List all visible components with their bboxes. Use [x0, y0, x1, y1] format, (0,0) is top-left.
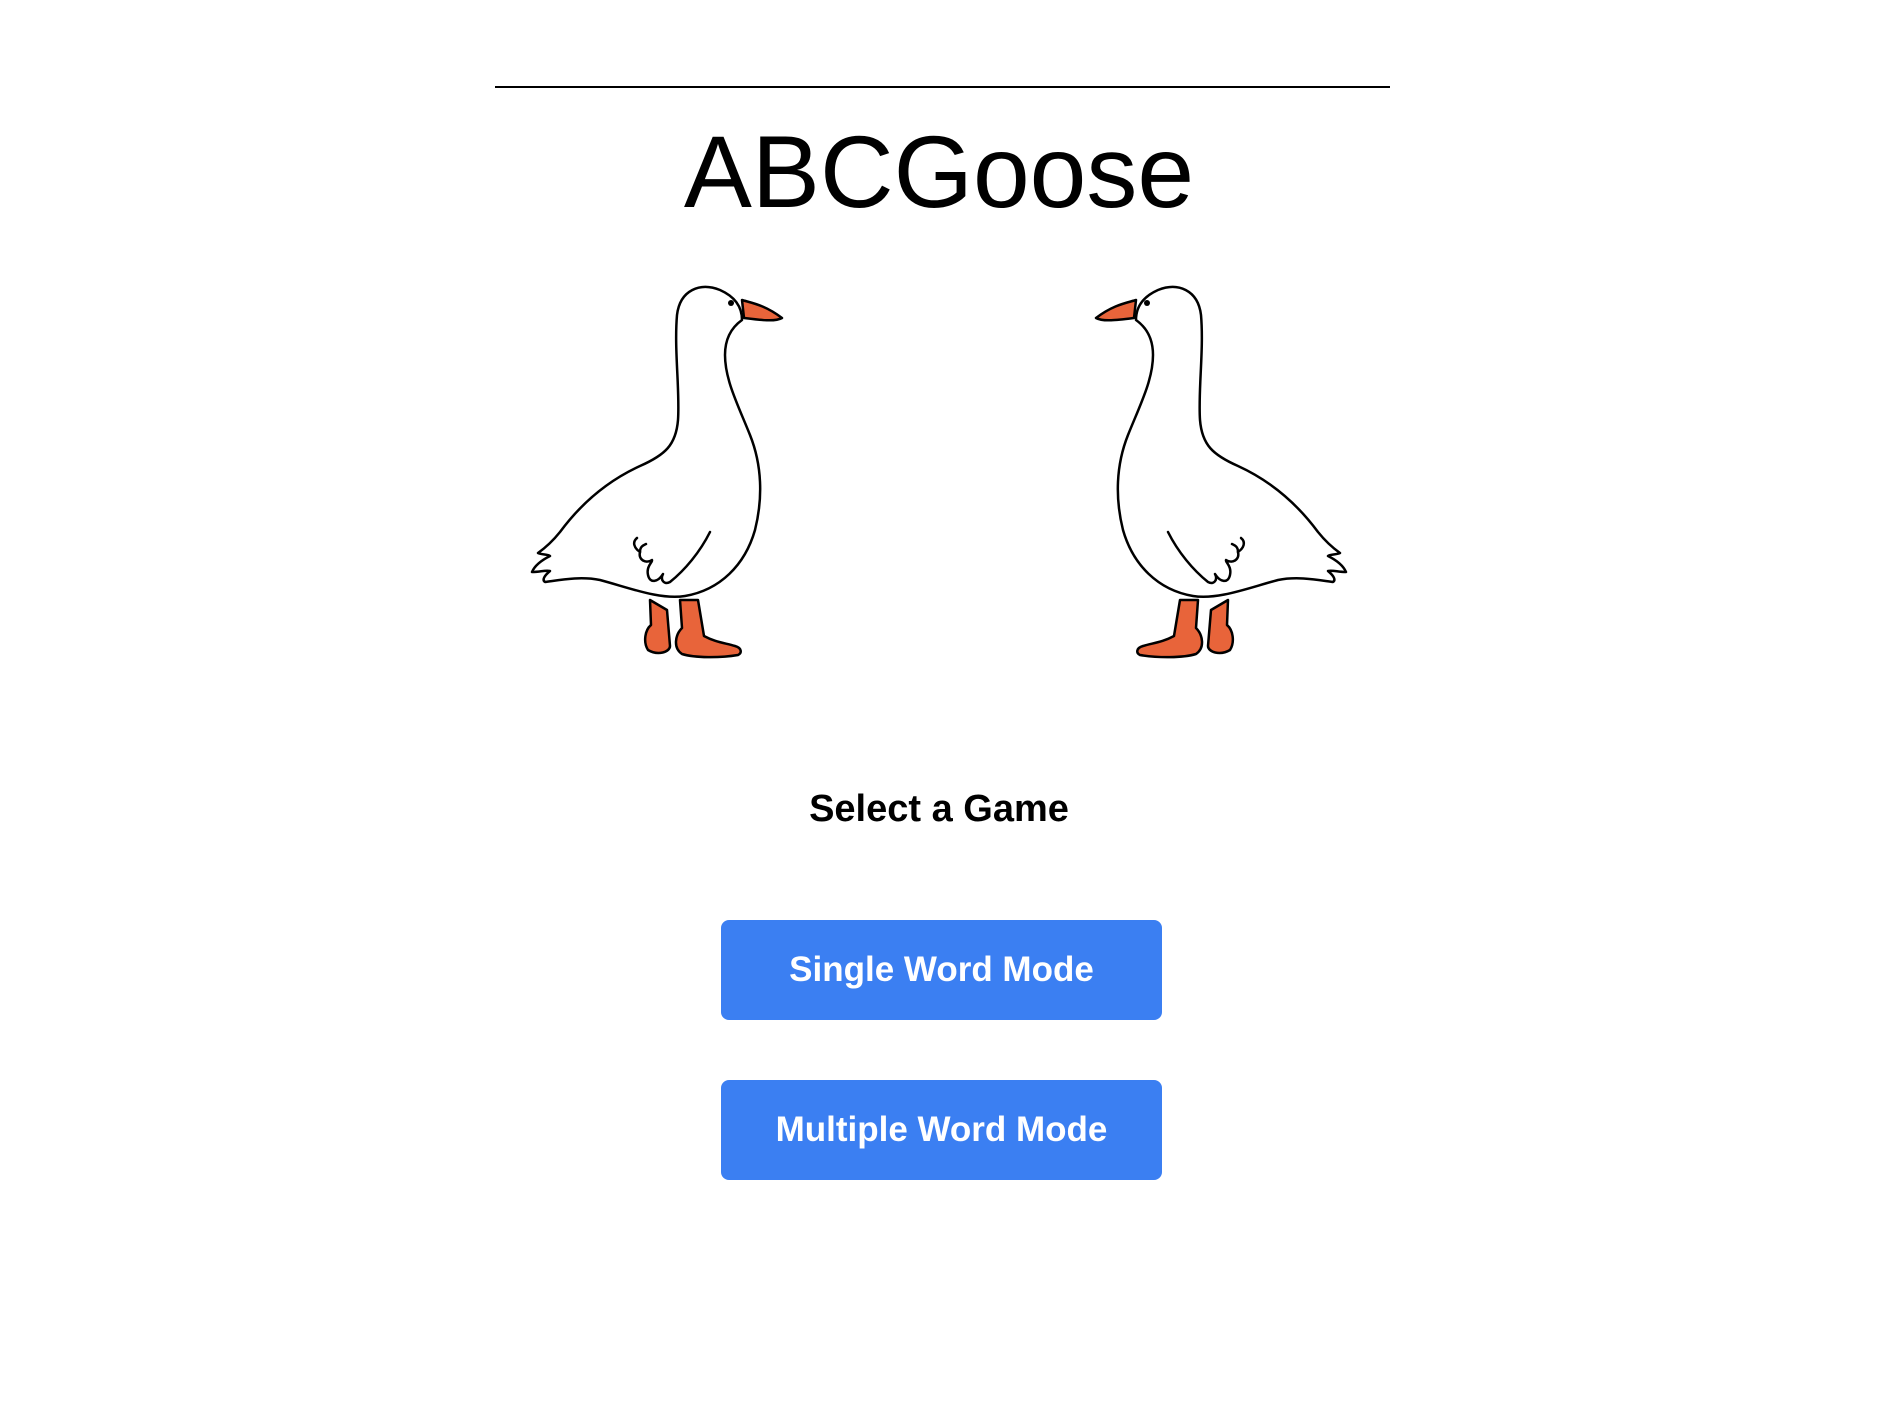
goose-left-icon	[520, 270, 820, 690]
home-screen: ABCGoose Select a Game Single Word Mode …	[0, 0, 1878, 1422]
goose-right-icon	[1058, 270, 1358, 690]
multiple-word-mode-button[interactable]: Multiple Word Mode	[721, 1080, 1162, 1180]
goose-illustration	[0, 270, 1878, 690]
single-word-mode-button[interactable]: Single Word Mode	[721, 920, 1162, 1020]
select-game-heading: Select a Game	[809, 788, 1069, 830]
app-title: ABCGoose	[683, 115, 1195, 229]
header-divider	[495, 86, 1390, 88]
